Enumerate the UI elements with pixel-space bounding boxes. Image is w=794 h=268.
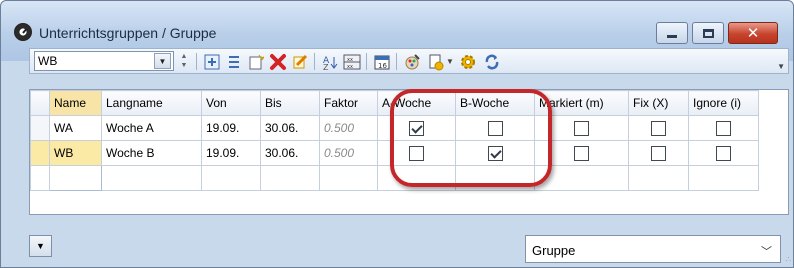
cell-empty[interactable] — [101, 165, 202, 191]
svg-text:xx: xx — [347, 57, 353, 63]
column-header-b-woche[interactable]: B-Woche — [455, 90, 535, 116]
column-header-a-woche[interactable]: A-Woche — [377, 90, 456, 116]
cell-bis[interactable]: 30.06. — [260, 115, 320, 141]
column-header-markiert[interactable]: Markiert (m) — [534, 90, 629, 116]
svg-text:xx: xx — [347, 64, 353, 70]
a-woche-checkbox[interactable] — [409, 145, 424, 161]
b-woche-checkbox[interactable] — [487, 120, 503, 136]
chevron-down-icon[interactable]: ▼ — [154, 53, 171, 69]
grid-icon[interactable]: xx xx — [342, 52, 361, 71]
toolbar: WB ▼ ▲ ▼ AZ xx xx 16 ▼ ▼ — [29, 48, 789, 74]
cell-langname[interactable]: Woche A — [101, 115, 202, 141]
group-selector-value: WB — [38, 54, 58, 68]
maximize-button[interactable] — [692, 22, 724, 44]
cell-empty[interactable] — [201, 165, 261, 191]
refresh-icon[interactable] — [482, 52, 501, 71]
clock-icon — [14, 23, 32, 41]
group-selector[interactable]: WB ▼ — [34, 51, 174, 71]
cell-von[interactable]: 19.09. — [201, 115, 261, 141]
markiert-checkbox[interactable] — [574, 120, 589, 136]
cell-bis[interactable]: 30.06. — [260, 140, 320, 166]
maximize-icon — [693, 23, 723, 43]
print-icon[interactable] — [426, 52, 445, 71]
settings-icon[interactable] — [458, 52, 477, 71]
cell-faktor[interactable]: 0.500 — [319, 115, 378, 141]
column-header-fix[interactable]: Fix (X) — [628, 90, 689, 116]
add-row-icon[interactable] — [202, 52, 221, 71]
b-woche-checkbox[interactable] — [487, 145, 503, 161]
row-selector[interactable] — [30, 115, 50, 141]
ignore-checkbox[interactable] — [716, 120, 731, 136]
window: Unterrichtsgruppen / Gruppe ✕ WB ▼ ▲ ▼ A… — [0, 0, 794, 268]
row-selector[interactable] — [30, 165, 50, 191]
cell-faktor[interactable]: 0.500 — [319, 140, 378, 166]
spinner-icon[interactable]: ▲ ▼ — [179, 52, 189, 70]
resize-grip-icon[interactable]: ∴ — [786, 255, 791, 264]
cell-empty[interactable] — [688, 165, 759, 191]
cell-empty[interactable] — [319, 165, 378, 191]
column-header-von[interactable]: Von — [201, 90, 261, 116]
cell-empty[interactable] — [377, 165, 456, 191]
toolbar-separator — [314, 53, 315, 70]
menu-dropdown-button[interactable]: ▼ — [29, 235, 52, 257]
cell-empty[interactable] — [260, 165, 320, 191]
cell-name[interactable]: WB — [49, 140, 102, 166]
svg-text:16: 16 — [378, 62, 387, 70]
edit-icon[interactable] — [290, 52, 309, 71]
data-grid: Name Langname Von Bis Faktor A-Woche B-W… — [29, 89, 789, 215]
close-icon: ✕ — [746, 25, 760, 42]
toolbar-separator — [396, 53, 397, 70]
groups-table: Name Langname Von Bis Faktor A-Woche B-W… — [30, 90, 759, 191]
a-woche-checkbox[interactable] — [409, 120, 424, 136]
toolbar-separator — [196, 53, 197, 70]
table-row[interactable]: WB Woche B 19.09. 30.06. 0.500 — [30, 140, 759, 166]
row-selector[interactable] — [30, 140, 50, 166]
new-item-icon[interactable] — [246, 52, 265, 71]
cell-empty[interactable] — [534, 165, 629, 191]
column-header-name[interactable]: Name — [49, 90, 102, 116]
cell-empty[interactable] — [455, 165, 535, 191]
table-row[interactable]: WA Woche A 19.09. 30.06. 0.500 — [30, 115, 759, 141]
cell-von[interactable]: 19.09. — [201, 140, 261, 166]
svg-text:Z: Z — [323, 63, 329, 70]
column-header-bis[interactable]: Bis — [260, 90, 320, 116]
list-icon[interactable] — [224, 52, 243, 71]
ignore-checkbox[interactable] — [716, 145, 731, 161]
delete-icon[interactable] — [268, 52, 287, 71]
row-header-corner — [30, 90, 50, 116]
close-button[interactable]: ✕ — [728, 22, 778, 44]
toolbar-separator — [366, 53, 367, 70]
new-row[interactable] — [30, 165, 759, 191]
calendar-icon[interactable]: 16 — [372, 52, 391, 71]
minimize-button[interactable] — [656, 22, 688, 44]
column-header-ignore[interactable]: Ignore (i) — [688, 90, 759, 116]
paint-icon[interactable] — [402, 52, 421, 71]
column-header-langname[interactable]: Langname — [101, 90, 202, 116]
window-title: Unterrichtsgruppen / Gruppe — [39, 25, 217, 41]
markiert-checkbox[interactable] — [574, 145, 589, 161]
cell-name[interactable]: WA — [49, 115, 102, 141]
chevron-down-icon[interactable]: ﹀ — [761, 243, 772, 259]
view-selector[interactable]: Gruppe ﹀ — [525, 235, 781, 263]
cell-langname[interactable]: Woche B — [101, 140, 202, 166]
column-header-faktor[interactable]: Faktor — [319, 90, 378, 116]
table-header-row: Name Langname Von Bis Faktor A-Woche B-W… — [30, 90, 759, 116]
toolbar-overflow-icon[interactable]: ▼ — [777, 62, 785, 71]
minimize-icon — [657, 23, 687, 43]
view-selector-value: Gruppe — [532, 243, 576, 258]
chevron-down-icon[interactable]: ▼ — [445, 52, 455, 71]
fix-checkbox[interactable] — [651, 145, 666, 161]
cell-empty[interactable] — [628, 165, 689, 191]
cell-name-new[interactable] — [49, 165, 102, 191]
fix-checkbox[interactable] — [651, 120, 666, 136]
bottom-bar: ▼ Gruppe ﹀ ∴ — [1, 227, 793, 267]
sort-icon[interactable]: AZ — [320, 52, 339, 71]
